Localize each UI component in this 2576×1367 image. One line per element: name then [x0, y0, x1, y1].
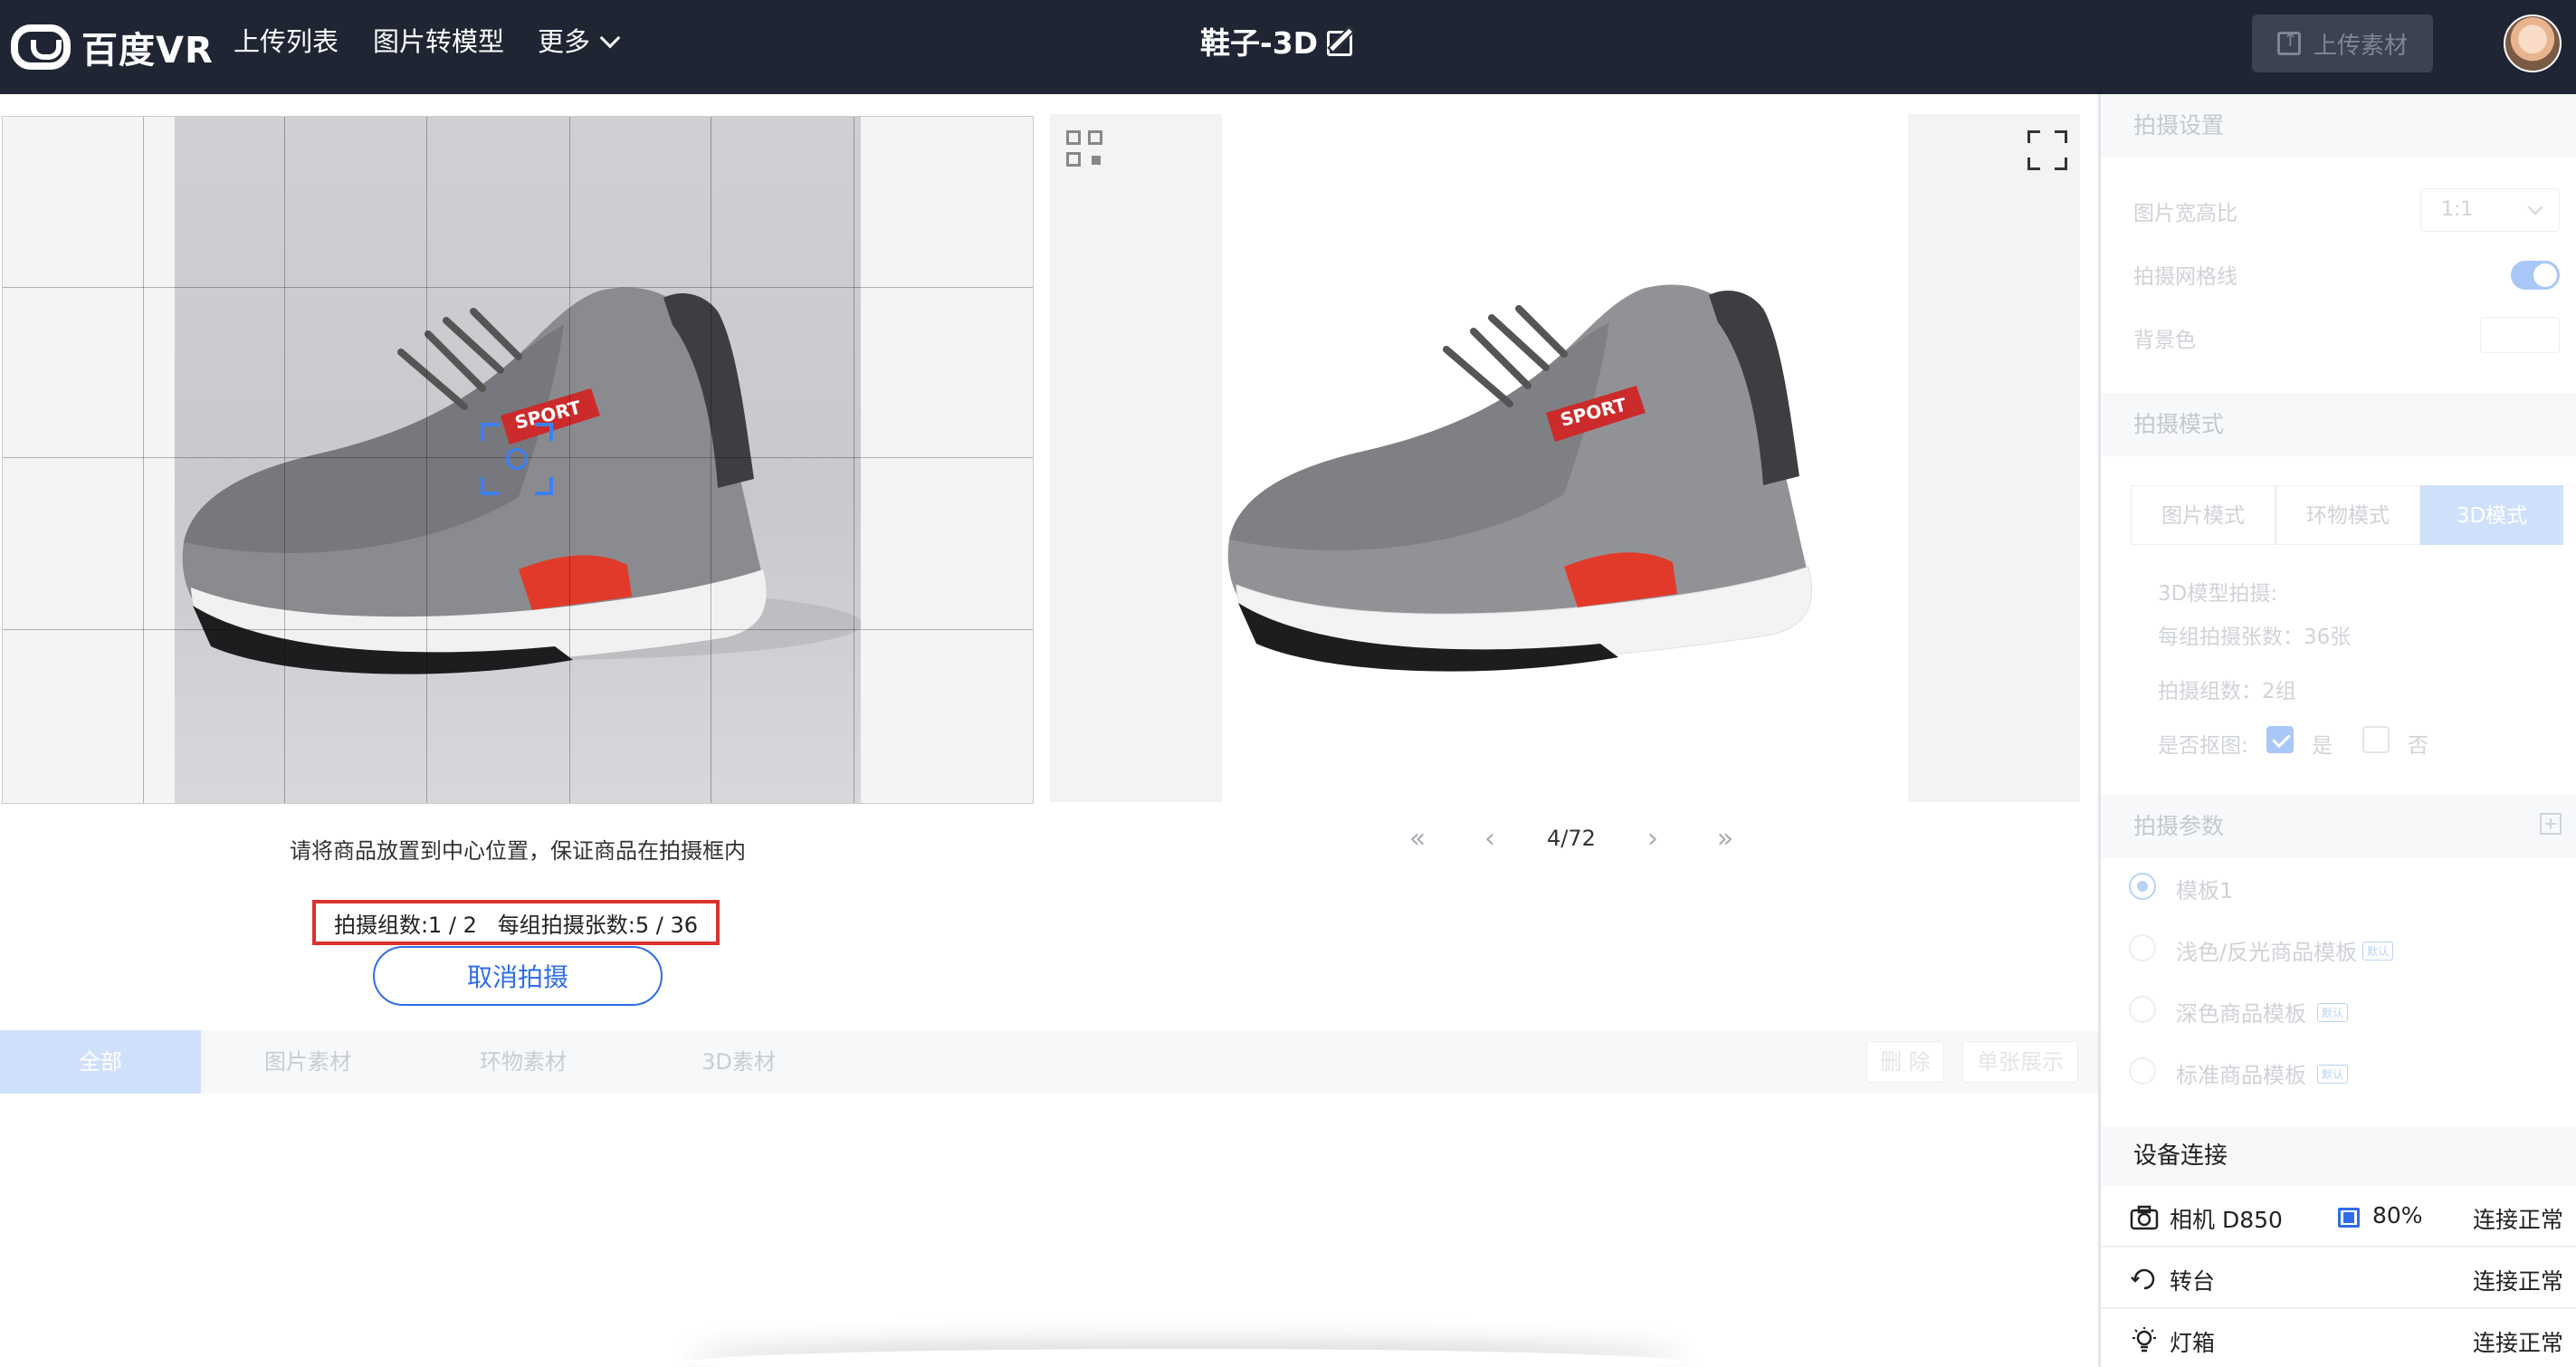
nav-more[interactable]: 更多	[538, 24, 621, 60]
grid-line	[3, 287, 1033, 288]
template-label[interactable]: 深色商品模板	[2176, 996, 2306, 1028]
baidu-vr-logo[interactable]: 百度VR	[11, 22, 214, 72]
default-badge: 默认	[2362, 942, 2394, 961]
cancel-capture-button[interactable]: 取消拍摄	[373, 946, 663, 1006]
matting-yes-label: 是	[2312, 734, 2333, 758]
template-radio-2[interactable]	[2129, 934, 2156, 961]
battery-icon	[2338, 1208, 2360, 1228]
edit-icon[interactable]	[1327, 31, 1352, 56]
last-page-icon[interactable]: »	[1689, 823, 1761, 855]
matting-label: 是否抠图:	[2158, 734, 2248, 758]
shot-counter: 拍摄组数:1 / 2 每组拍摄张数:5 / 36	[312, 900, 720, 945]
add-param-icon[interactable]	[2540, 813, 2562, 835]
nav-more-label: 更多	[538, 26, 591, 57]
default-badge: 默认	[2317, 1065, 2349, 1084]
material-tabs: 全部 图片素材 环物素材 3D素材 删 除 单张展示	[0, 1030, 2098, 1094]
matting-yes-checkbox[interactable]	[2266, 726, 2294, 753]
shoot-mode-header: 拍摄模式	[2101, 393, 2576, 456]
delete-button[interactable]: 删 除	[1866, 1041, 1944, 1083]
top-bar: 百度VR 上传列表 图片转模型 更多 鞋子-3D 上传素材	[0, 0, 2576, 94]
mode-tab-orbit[interactable]: 环物模式	[2275, 485, 2420, 545]
tab-orbit-material[interactable]: 环物素材	[433, 1030, 614, 1094]
logo-text: 百度VR	[81, 30, 214, 72]
single-view-button[interactable]: 单张展示	[1962, 1041, 2078, 1083]
bg-color-label: 背景色	[2133, 329, 2196, 352]
device-connection-header: 设备连接	[2101, 1126, 2576, 1186]
shoe-photo-preview: SPORT	[1227, 284, 1813, 672]
device-name: 相机 D850	[2170, 1207, 2283, 1233]
tab-all[interactable]: 全部	[0, 1030, 201, 1094]
scroll-shadow	[688, 1349, 1684, 1367]
prev-page-icon[interactable]: ‹	[1454, 823, 1526, 855]
turntable-icon	[2131, 1268, 2155, 1290]
mode-tab-image[interactable]: 图片模式	[2131, 485, 2275, 545]
nav-image-to-model[interactable]: 图片转模型	[373, 24, 504, 60]
capture-hint: 请将商品放置到中心位置，保证商品在拍摄框内	[290, 838, 746, 864]
upload-label: 上传素材	[2313, 32, 2408, 60]
next-page-icon[interactable]: ›	[1617, 823, 1689, 855]
device-name: 转台	[2170, 1268, 2216, 1295]
template-label[interactable]: 浅色/反光商品模板	[2176, 934, 2357, 966]
template-radio-4[interactable]	[2129, 1057, 2156, 1085]
camera-icon	[2130, 1205, 2159, 1230]
aspect-ratio-select[interactable]: 1:1	[2420, 188, 2560, 232]
ratio-label: 图片宽高比	[2133, 202, 2237, 225]
device-row-camera: 相机 D850 80% 连接正常	[2101, 1188, 2576, 1248]
fullscreen-icon[interactable]	[2027, 130, 2067, 170]
template-radio-3[interactable]	[2129, 996, 2156, 1023]
per-group-count: 每组拍摄张数：36张	[2158, 626, 2352, 649]
first-page-icon[interactable]: «	[1381, 823, 1454, 855]
upload-material-button[interactable]: 上传素材	[2252, 14, 2433, 72]
tab-3d-material[interactable]: 3D素材	[648, 1030, 829, 1094]
grid-line	[569, 117, 570, 803]
matting-no-label: 否	[2408, 734, 2428, 758]
mode-tab-3d[interactable]: 3D模式	[2420, 485, 2563, 545]
nav-upload-list[interactable]: 上传列表	[234, 24, 339, 60]
grid-line	[143, 117, 144, 803]
device-status: 连接正常	[2472, 1207, 2563, 1233]
grid-line	[426, 117, 427, 803]
grid-line	[3, 629, 1033, 630]
device-status: 连接正常	[2472, 1268, 2563, 1295]
template-label[interactable]: 模板1	[2176, 873, 2233, 904]
upload-icon	[2276, 29, 2301, 55]
qr-code-icon[interactable]	[1066, 130, 1104, 168]
default-badge: 默认	[2317, 1003, 2349, 1022]
camera-live-view[interactable]: SPORT	[2, 116, 1034, 804]
light-bulb-icon	[2132, 1327, 2156, 1353]
shoot-settings-header: 拍摄设置	[2101, 94, 2576, 158]
device-status: 连接正常	[2472, 1330, 2563, 1356]
grid-line	[284, 117, 285, 803]
template-radio-1[interactable]	[2129, 873, 2156, 900]
document-title: 鞋子-3D	[1200, 25, 1319, 61]
chevron-down-icon	[599, 27, 621, 49]
background-color-swatch[interactable]	[2480, 317, 2560, 353]
grid-line-toggle[interactable]	[2511, 261, 2560, 290]
grid-label: 拍摄网格线	[2133, 265, 2237, 289]
focus-frame-icon[interactable]	[481, 423, 553, 495]
preview-pager: « ‹ 4/72 › »	[1381, 820, 1761, 856]
preview-photo: SPORT	[1222, 114, 1908, 802]
device-row-turntable: 转台 连接正常	[2101, 1249, 2576, 1309]
group-count: 拍摄组数：2组	[2158, 680, 2296, 703]
tab-image-material[interactable]: 图片素材	[217, 1030, 398, 1094]
battery-level: 80%	[2372, 1202, 2423, 1228]
avatar[interactable]	[2504, 14, 2562, 72]
3d-model-title: 3D模型拍摄:	[2158, 582, 2278, 606]
template-label[interactable]: 标准商品模板	[2176, 1057, 2306, 1089]
vr-logo-icon	[11, 24, 71, 70]
preview-viewer: SPORT	[1050, 114, 2080, 802]
page-number: 4/72	[1547, 826, 1596, 851]
device-name: 灯箱	[2170, 1330, 2216, 1356]
matting-no-checkbox[interactable]	[2362, 726, 2390, 753]
device-row-lightbox: 灯箱 连接正常	[2101, 1311, 2576, 1367]
shoot-params-header: 拍摄参数	[2101, 795, 2576, 858]
